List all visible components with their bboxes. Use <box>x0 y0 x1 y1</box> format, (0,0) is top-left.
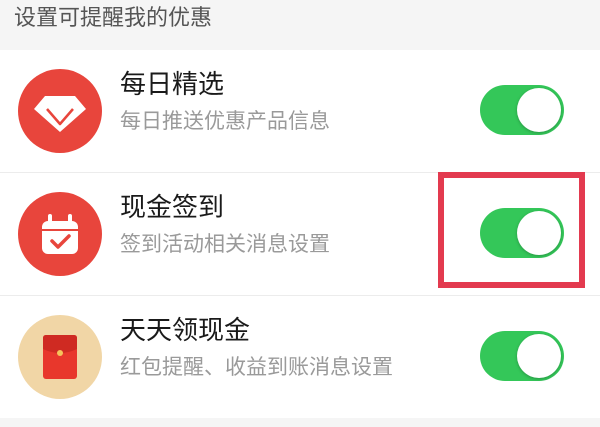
diamond-icon <box>18 69 102 153</box>
setting-subtitle: 签到活动相关消息设置 <box>120 233 330 256</box>
toggle-knob <box>517 211 561 255</box>
setting-title: 每日精选 <box>120 69 225 99</box>
setting-title: 天天领现金 <box>120 315 251 345</box>
toggle-knob <box>517 334 561 378</box>
calendar-check-icon <box>18 192 102 276</box>
section-header: 设置可提醒我的优惠 <box>0 0 600 50</box>
red-envelope-icon <box>18 315 102 399</box>
section-title: 设置可提醒我的优惠 <box>14 5 213 30</box>
daily-picks-toggle[interactable] <box>480 85 564 135</box>
setting-row-daily-cash: 天天领现金 红包提醒、收益到账消息设置 <box>0 296 600 418</box>
setting-row-cash-checkin: 现金签到 签到活动相关消息设置 <box>0 173 600 295</box>
daily-cash-toggle[interactable] <box>480 331 564 381</box>
toggle-knob <box>517 88 561 132</box>
setting-subtitle: 每日推送优惠产品信息 <box>120 110 330 133</box>
cash-checkin-toggle[interactable] <box>480 208 564 258</box>
setting-row-daily-picks: 每日精选 每日推送优惠产品信息 <box>0 50 600 172</box>
setting-subtitle: 红包提醒、收益到账消息设置 <box>120 356 393 379</box>
setting-title: 现金签到 <box>120 192 225 222</box>
